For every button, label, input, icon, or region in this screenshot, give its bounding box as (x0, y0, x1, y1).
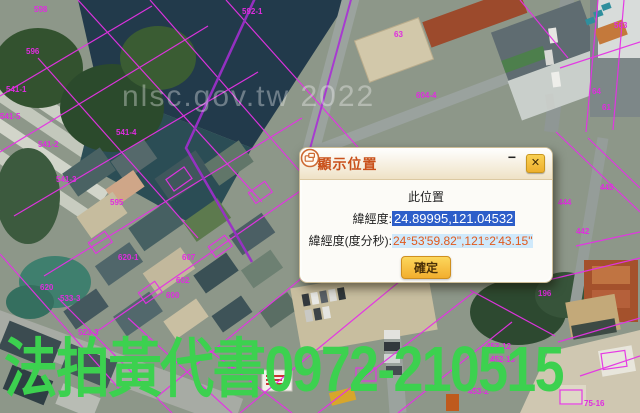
latlng-value[interactable]: 24.89995,121.04532 (392, 211, 515, 226)
location-heading: 此位置 (300, 188, 552, 205)
minimize-button[interactable]: − (503, 151, 521, 163)
confirm-button[interactable]: 確定 (401, 256, 451, 279)
map-viewport: nlsc.gov.tw 2022 598592-156359663541-160… (0, 0, 640, 413)
show-location-dialog: ▸ 顯示位置 − ✕ 此位置 緯經度: 24.89995,121.04532 緯… (299, 147, 553, 283)
latlng-label: 緯經度: (306, 210, 392, 227)
dms-value[interactable]: 24°53'59.82",121°2'43.15" (392, 234, 533, 248)
dialog-body: 此位置 緯經度: 24.89995,121.04532 緯經度(度分秒): 24… (300, 188, 552, 279)
dialog-titlebar[interactable]: ▸ 顯示位置 − ✕ (300, 148, 552, 180)
close-button[interactable]: ✕ (526, 154, 545, 173)
dms-label: 緯經度(度分秒): (306, 232, 392, 249)
dialog-title: 顯示位置 (318, 154, 378, 174)
coordinates-grid: 緯經度: 24.89995,121.04532 緯經度(度分秒): 24°53'… (306, 210, 546, 249)
